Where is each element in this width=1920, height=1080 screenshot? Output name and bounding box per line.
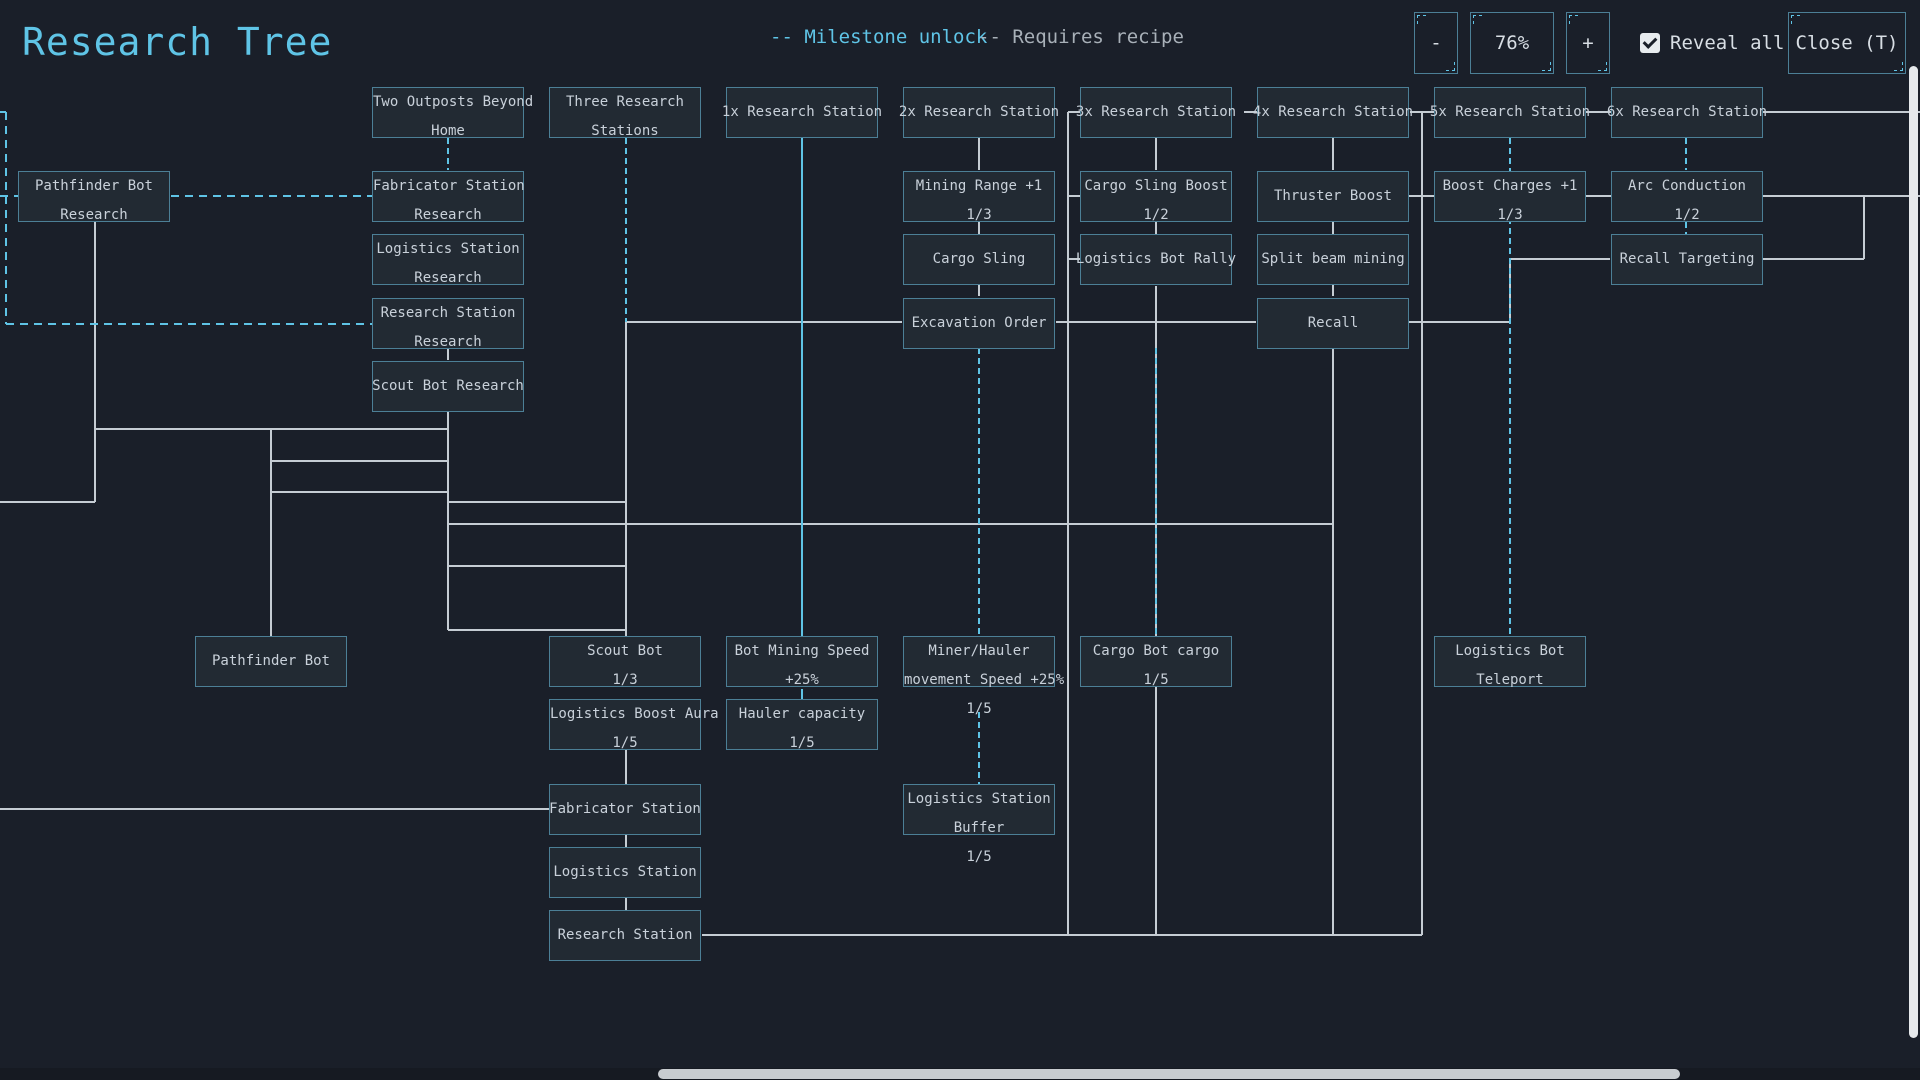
node-title: Logistics Station — [907, 791, 1051, 807]
node-title-cont: movement Speed +25% — [904, 672, 1065, 688]
tech-node-fabricator-station-research[interactable]: Fabricator Station Research — [372, 171, 525, 223]
tech-node-arc-conduction[interactable]: Arc Conduction 1/2 — [1611, 171, 1763, 223]
tech-node-3x-research-station[interactable]: 3x Research Station — [1076, 87, 1236, 138]
tech-node-4x-research-station[interactable]: 4x Research Station — [1253, 87, 1413, 138]
node-title: Arc Conduction — [1627, 178, 1746, 194]
node-title: Recall Targeting — [1619, 251, 1755, 267]
node-level: 1/5 — [789, 735, 815, 751]
tech-node-1x-research-station[interactable]: 1x Research Station — [722, 87, 882, 138]
tech-node-logistics-station-research[interactable]: Logistics Station Research — [372, 234, 524, 286]
node-level: 1/2 — [1674, 207, 1700, 223]
tech-node-research-station-research[interactable]: Research Station Research — [372, 298, 524, 350]
node-title: Hauler capacity — [738, 706, 866, 722]
tech-node-5x-research-station[interactable]: 5x Research Station — [1430, 87, 1590, 138]
node-level: 1/5 — [966, 701, 992, 717]
tech-node-hauler-capacity[interactable]: Hauler capacity 1/5 — [726, 699, 878, 751]
node-title-cont: Research — [60, 207, 128, 223]
node-title: Miner/Hauler — [928, 643, 1030, 659]
node-title: Thruster Boost — [1273, 188, 1392, 204]
node-title: 2x Research Station — [898, 104, 1060, 120]
node-title: 3x Research Station — [1075, 104, 1237, 120]
node-title: Bot Mining Speed — [734, 643, 870, 659]
node-level: 1/5 — [1143, 672, 1169, 688]
node-title: Three Research — [565, 94, 684, 110]
node-title: Logistics Station — [553, 864, 697, 880]
tech-node-logistics-station-buffer[interactable]: Logistics Station Buffer 1/5 — [903, 784, 1055, 865]
vertical-scrollbar[interactable] — [1909, 66, 1918, 1038]
node-level: 1/3 — [1497, 207, 1523, 223]
node-title-cont: Buffer — [953, 820, 1005, 836]
node-level: 1/5 — [966, 849, 992, 865]
node-title-cont: Teleport — [1476, 672, 1544, 688]
node-title: Fabricator Station — [373, 178, 525, 194]
tech-node-pathfinder-bot[interactable]: Pathfinder Bot — [195, 636, 347, 687]
tech-node-scout-bot[interactable]: Scout Bot 1/3 — [549, 636, 701, 688]
node-title: 6x Research Station — [1606, 104, 1768, 120]
node-title: Logistics Bot — [1455, 643, 1565, 659]
node-title: Fabricator Station — [549, 801, 701, 817]
node-title: Two Outposts Beyond — [373, 94, 534, 110]
tech-node-scout-bot-research[interactable]: Scout Bot Research — [372, 361, 524, 412]
horizontal-scrollbar[interactable] — [658, 1069, 1680, 1079]
node-title: Logistics Bot Rally — [1075, 251, 1237, 267]
node-level: 1/5 — [612, 735, 638, 751]
tech-node-logistics-bot-rally[interactable]: Logistics Bot Rally — [1076, 234, 1236, 285]
node-title-cont: Home — [431, 123, 465, 139]
tech-node-cargo-sling[interactable]: Cargo Sling — [903, 234, 1055, 285]
tech-node-cargo-bot-cargo[interactable]: Cargo Bot cargo 1/5 — [1080, 636, 1232, 688]
tech-node-three-research-stations[interactable]: Three Research Stations — [549, 87, 701, 139]
tech-node-bot-mining-speed[interactable]: Bot Mining Speed +25% — [726, 636, 878, 688]
tech-node-logistics-boost-aura[interactable]: Logistics Boost Aura 1/5 — [549, 699, 719, 751]
node-title: Mining Range +1 — [915, 178, 1043, 194]
tech-node-logistics-bot-teleport[interactable]: Logistics Bot Teleport — [1434, 636, 1586, 688]
tech-node-recall-targeting[interactable]: Recall Targeting — [1611, 234, 1763, 285]
node-title: 4x Research Station — [1252, 104, 1414, 120]
node-title: Boost Charges +1 — [1442, 178, 1578, 194]
node-title-cont: Research — [414, 270, 482, 286]
node-title: Recall — [1307, 315, 1359, 331]
tech-node-2x-research-station[interactable]: 2x Research Station — [899, 87, 1059, 138]
node-title-cont: Stations — [591, 123, 659, 139]
tech-node-thruster-boost[interactable]: Thruster Boost — [1257, 171, 1409, 222]
node-title: Split beam mining — [1261, 251, 1405, 267]
node-level: 1/3 — [612, 672, 638, 688]
tech-node-cargo-sling-boost[interactable]: Cargo Sling Boost 1/2 — [1080, 171, 1232, 223]
node-title: Cargo Sling Boost — [1084, 178, 1228, 194]
tech-node-research-station[interactable]: Research Station — [549, 910, 701, 961]
node-title: 5x Research Station — [1429, 104, 1591, 120]
node-title: Research Station — [380, 305, 516, 321]
tech-node-excavation-order[interactable]: Excavation Order — [903, 298, 1055, 349]
node-title: Logistics Boost Aura — [550, 706, 719, 722]
tech-node-miner-hauler-movement-speed[interactable]: Miner/Hauler movement Speed +25% 1/5 — [903, 636, 1064, 717]
tree-connectors — [0, 111, 1920, 936]
node-title: Pathfinder Bot — [34, 178, 153, 194]
tech-node-pathfinder-bot-research[interactable]: Pathfinder Bot Research — [18, 171, 170, 223]
node-title-cont: Research — [414, 334, 482, 350]
node-title: Research Station — [557, 927, 693, 943]
tech-node-6x-research-station[interactable]: 6x Research Station — [1607, 87, 1767, 138]
node-title: Scout Bot Research — [372, 378, 524, 394]
tech-node-two-outposts-beyond-home[interactable]: Two Outposts Beyond Home — [372, 87, 534, 139]
tech-node-split-beam-mining[interactable]: Split beam mining — [1257, 234, 1409, 285]
node-level: 1/3 — [966, 207, 992, 223]
tech-node-logistics-station[interactable]: Logistics Station — [549, 847, 701, 898]
node-level: +25% — [785, 672, 819, 688]
tech-node-mining-range[interactable]: Mining Range +1 1/3 — [903, 171, 1055, 223]
node-level: 1/2 — [1143, 207, 1169, 223]
node-title: Cargo Bot cargo — [1092, 643, 1220, 659]
node-title: Logistics Station — [376, 241, 520, 257]
node-title: Excavation Order — [911, 315, 1047, 331]
node-title: Scout Bot — [587, 643, 663, 659]
node-title: Pathfinder Bot — [211, 653, 330, 669]
node-title-cont: Research — [414, 207, 482, 223]
tech-node-fabricator-station[interactable]: Fabricator Station — [549, 784, 701, 835]
node-title: 1x Research Station — [721, 104, 883, 120]
node-title: Cargo Sling — [932, 251, 1026, 267]
tech-node-recall[interactable]: Recall — [1257, 298, 1409, 349]
tech-node-boost-charges[interactable]: Boost Charges +1 1/3 — [1434, 171, 1586, 223]
